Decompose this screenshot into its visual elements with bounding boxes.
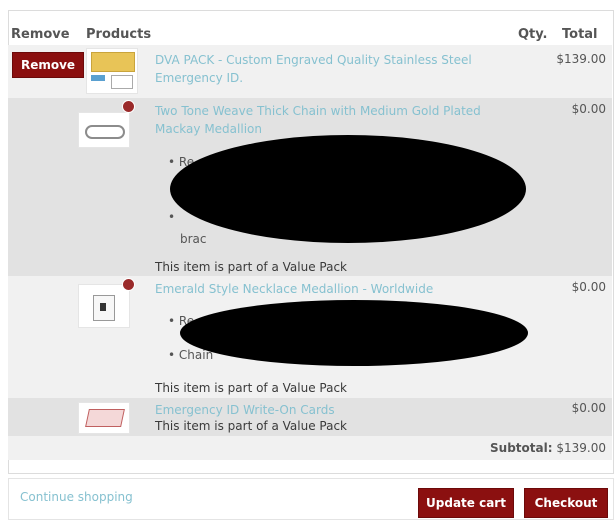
product-title-link[interactable]: Emergency ID Write-On Cards	[155, 401, 335, 419]
option-text: brac	[180, 232, 207, 246]
product-title-link[interactable]: Emerald Style Necklace Medallion - World…	[155, 280, 433, 298]
redaction-mark	[180, 300, 528, 366]
value-pack-note: This item is part of a Value Pack	[155, 260, 347, 274]
redaction-mark	[170, 135, 526, 243]
subtotal: Subtotal: $139.00	[490, 441, 606, 455]
product-thumbnail[interactable]	[78, 112, 130, 148]
subtotal-value: $139.00	[556, 441, 606, 455]
continue-shopping-link[interactable]: Continue shopping	[20, 490, 133, 504]
remove-button[interactable]: Remove	[12, 52, 84, 78]
product-thumbnail[interactable]	[86, 48, 138, 94]
medical-symbol-icon	[122, 278, 135, 291]
product-title-link[interactable]: Two Tone Weave Thick Chain with Medium G…	[155, 102, 505, 138]
subtotal-label: Subtotal:	[490, 441, 553, 455]
product-title-link[interactable]: DVA PACK - Custom Engraved Quality Stain…	[155, 51, 495, 87]
product-thumbnail[interactable]	[78, 402, 130, 434]
checkout-button[interactable]: Checkout	[524, 488, 608, 518]
header-products: Products	[86, 27, 152, 42]
item-total: $139.00	[556, 52, 606, 66]
header-total: Total	[562, 27, 598, 42]
item-total: $0.00	[571, 280, 606, 294]
header-remove: Remove	[11, 27, 70, 42]
value-pack-note: This item is part of a Value Pack	[155, 419, 347, 433]
header-qty: Qty.	[518, 27, 548, 42]
option-bullet: •	[168, 210, 176, 224]
product-thumbnail[interactable]	[78, 284, 130, 328]
item-total: $0.00	[571, 401, 606, 415]
medical-symbol-icon	[122, 100, 135, 113]
item-total: $0.00	[571, 102, 606, 116]
value-pack-note: This item is part of a Value Pack	[155, 381, 347, 395]
update-cart-button[interactable]: Update cart	[418, 488, 514, 518]
